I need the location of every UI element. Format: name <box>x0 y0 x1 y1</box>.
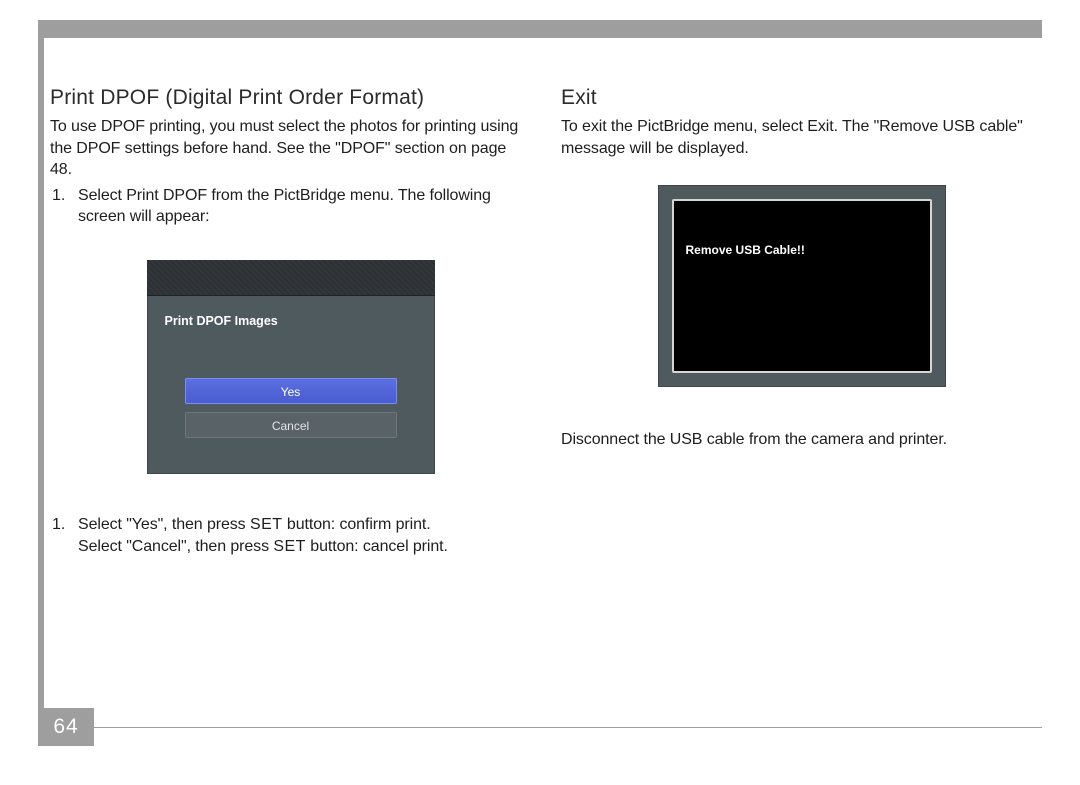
footer-rule <box>94 727 1042 728</box>
content: Print DPOF (Digital Print Order Format) … <box>44 38 1042 561</box>
page-number: 64 <box>38 708 94 746</box>
remove-usb-screenshot: Remove USB Cable!! <box>658 185 946 387</box>
step2-part-b: button: confirm print. <box>283 516 431 533</box>
black-screen: Remove USB Cable!! <box>672 199 932 373</box>
right-heading: Exit <box>561 86 1042 110</box>
dialog-title: Print DPOF Images <box>147 296 435 328</box>
dialog-topbar <box>147 260 435 296</box>
right-intro: To exit the PictBridge menu, select Exit… <box>561 116 1042 159</box>
set-label-1: SET <box>250 516 283 533</box>
dpof-dialog-screenshot: Print DPOF Images Yes Cancel <box>147 260 435 474</box>
step2-part-d: button: cancel print. <box>306 538 448 555</box>
left-intro: To use DPOF printing, you must select th… <box>50 116 531 181</box>
page-frame: Print DPOF (Digital Print Order Format) … <box>38 20 1042 746</box>
step2-part-c: Select "Cancel", then press <box>78 538 273 555</box>
step2-part-a: Select "Yes", then press <box>78 516 250 533</box>
right-below: Disconnect the USB cable from the camera… <box>561 429 1042 451</box>
remove-usb-message: Remove USB Cable!! <box>686 243 805 257</box>
left-heading: Print DPOF (Digital Print Order Format) <box>50 86 531 110</box>
step-2: Select "Yes", then press SET button: con… <box>50 514 531 557</box>
step-1: Select Print DPOF from the PictBridge me… <box>50 185 531 228</box>
dialog-yes-button: Yes <box>185 378 397 404</box>
left-column: Print DPOF (Digital Print Order Format) … <box>44 86 531 561</box>
right-column: Exit To exit the PictBridge menu, select… <box>555 86 1042 561</box>
dialog-cancel-button: Cancel <box>185 412 397 438</box>
set-label-2: SET <box>273 538 306 555</box>
